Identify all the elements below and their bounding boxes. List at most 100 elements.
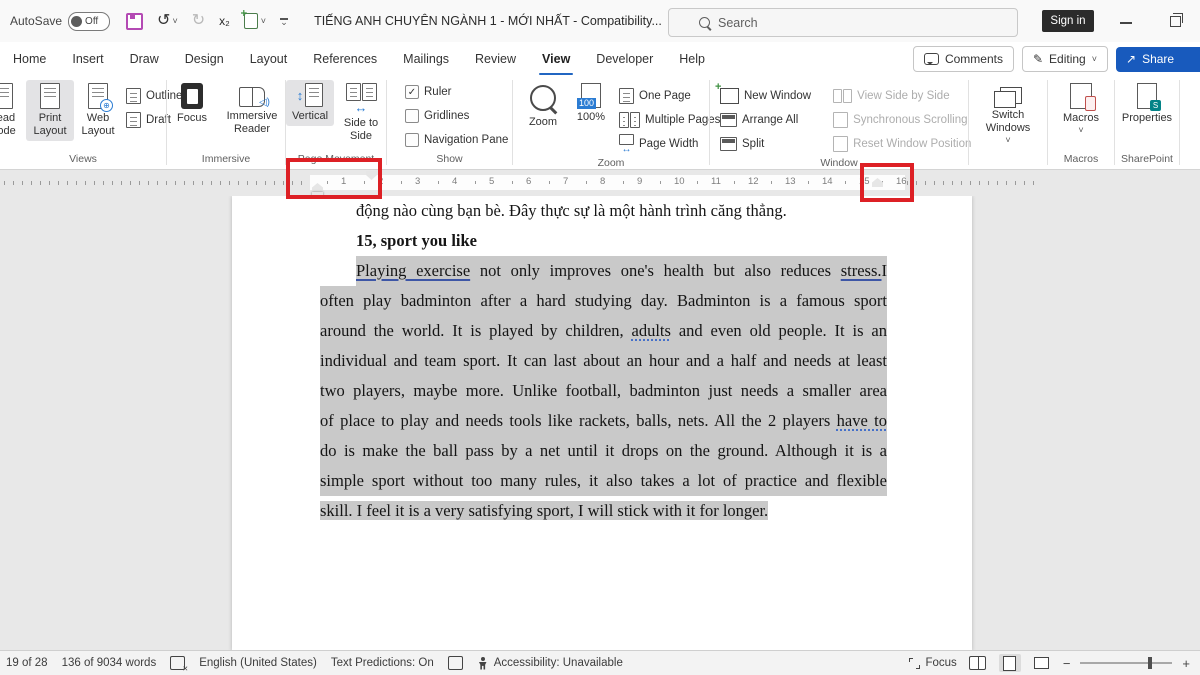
document-line-selected[interactable]: two players, maybe more. Unlike football… (320, 376, 887, 406)
document-heading[interactable]: 15, sport you like (356, 226, 887, 256)
outline-icon (126, 88, 141, 104)
tab-draw[interactable]: Draw (117, 42, 172, 76)
web-layout-icon (1034, 657, 1049, 669)
properties-icon: S (1137, 83, 1157, 109)
ruler-number: 3 (415, 176, 420, 187)
subscript-button[interactable]: x₂ (219, 14, 230, 28)
restore-window-button[interactable] (1170, 16, 1181, 27)
ruler-number: 13 (785, 176, 796, 187)
underlined-text: stress. (841, 261, 882, 280)
language-indicator[interactable]: English (United States) (199, 657, 317, 669)
web-layout-view-button[interactable] (1031, 654, 1053, 672)
minimize-button[interactable] (1120, 22, 1132, 24)
print-layout-button[interactable]: Print Layout (26, 80, 74, 141)
editing-dropdown[interactable]: ✎ Editing ˅ (1022, 46, 1108, 72)
word-count[interactable]: 136 of 9034 words (62, 657, 157, 669)
ribbon-tab-row: Home Insert Draw Design Layout Reference… (0, 42, 1200, 76)
page-indicator[interactable]: 19 of 28 (6, 657, 48, 669)
document-line[interactable]: động nào cùng bạn bè. Đây thực sự là một… (356, 196, 887, 226)
document-line-selected[interactable]: do is make the ball pass by a net until … (320, 436, 887, 466)
ruler-number: 5 (489, 176, 494, 187)
spellcheck-underlined-text: have to (837, 411, 887, 430)
tab-layout[interactable]: Layout (237, 42, 301, 76)
ruler-number: 10 (674, 176, 685, 187)
save-icon[interactable] (126, 13, 143, 30)
tab-developer[interactable]: Developer (583, 42, 666, 76)
autosave-control[interactable]: AutoSave Off (10, 12, 110, 31)
document-line-selected[interactable]: skill. I feel it is a very satisfying sp… (320, 496, 887, 526)
focus-button[interactable]: Focus (168, 80, 216, 128)
vertical-button[interactable]: ↕ Vertical (286, 80, 334, 126)
vertical-icon: ↕ (297, 83, 324, 107)
document-line-selected[interactable]: around the world. It is played by childr… (320, 316, 887, 346)
tab-design[interactable]: Design (172, 42, 237, 76)
focus-icon (909, 658, 920, 669)
macros-button[interactable]: Macros ˅ (1057, 80, 1105, 138)
undo-button[interactable]: ↺ ˅ (157, 13, 178, 29)
autosave-toggle[interactable]: Off (68, 12, 110, 31)
document-line-selected[interactable]: Playing exercise not only improves one's… (356, 256, 887, 286)
zoom-button[interactable]: Zoom (519, 80, 567, 132)
checkbox-icon (405, 109, 419, 123)
ruler-ticks (907, 181, 1037, 185)
gridlines-checkbox[interactable]: Gridlines (401, 104, 473, 128)
group-label-macros: Macros (1048, 152, 1114, 169)
split-button[interactable]: Split (716, 132, 815, 156)
text-predictions[interactable]: Text Predictions: On (331, 657, 434, 669)
arrange-all-button[interactable]: Arrange All (716, 108, 815, 132)
tab-home[interactable]: Home (0, 42, 59, 76)
undo-icon: ↺ (157, 13, 170, 29)
share-label: Share (1142, 52, 1174, 66)
tab-help[interactable]: Help (666, 42, 718, 76)
zoom-100-button[interactable]: 100 100% (567, 80, 615, 127)
switch-windows-button[interactable]: Switch Windows ˅ (976, 80, 1040, 148)
document-line-selected[interactable]: individual and team sport. It can last a… (320, 346, 887, 376)
document-line-selected[interactable]: simple sport without too many rules, it … (320, 466, 887, 496)
share-button[interactable]: ↗ Share (1116, 47, 1200, 72)
document-area[interactable]: động nào cùng bạn bè. Đây thực sự là một… (0, 196, 1200, 651)
tab-insert[interactable]: Insert (59, 42, 116, 76)
group-immersive: Focus ◁) Immersive Reader Immersive (167, 76, 285, 169)
focus-mode-button[interactable]: Focus (909, 657, 956, 669)
search-input[interactable]: Search (668, 8, 1018, 37)
web-layout-button[interactable]: ⊕ Web Layout (74, 80, 122, 141)
read-mode-view-button[interactable] (967, 654, 989, 672)
new-window-button[interactable]: New Window (716, 84, 815, 108)
tab-references[interactable]: References (300, 42, 390, 76)
redo-icon[interactable]: ↻ (192, 13, 205, 29)
read-mode-button[interactable]: Read Mode (0, 80, 26, 141)
horizontal-ruler[interactable]: 12345678910111213141516 (0, 169, 1200, 196)
document-line-selected[interactable]: of place to play and needs tools like ra… (320, 406, 887, 436)
zoom-slider-thumb[interactable] (1148, 657, 1152, 669)
chevron-down-icon: ˅ (1005, 135, 1010, 145)
ruler-checkbox[interactable]: ✓ Ruler (401, 80, 455, 104)
zoom-out-button[interactable]: − (1063, 656, 1071, 671)
properties-button[interactable]: S Properties (1119, 80, 1175, 128)
document-title-area[interactable]: TIẾNG ANH CHUYÊN NGÀNH 1 - MỚI NHẤT - Co… (314, 14, 677, 28)
group-label-window: Window (710, 156, 968, 170)
paste-options-button[interactable]: ˅ (244, 13, 266, 29)
side-to-side-button[interactable]: ↔ Side to Side (336, 80, 386, 146)
group-window: New Window Arrange All Split View Side b… (710, 76, 968, 169)
zoom-slider[interactable] (1080, 662, 1172, 664)
proofing-errors-icon[interactable] (170, 656, 185, 670)
document-page[interactable]: động nào cùng bạn bè. Đây thực sự là một… (232, 196, 972, 651)
ruler-number: 9 (637, 176, 642, 187)
print-layout-view-button[interactable] (999, 654, 1021, 672)
tab-mailings[interactable]: Mailings (390, 42, 462, 76)
new-window-icon (720, 88, 739, 104)
sign-in-button[interactable]: Sign in (1042, 10, 1094, 32)
customize-qat-button[interactable]: ⌄ (280, 18, 288, 23)
editor-icon[interactable] (448, 656, 463, 670)
navigation-pane-checkbox[interactable]: Navigation Pane (401, 128, 512, 152)
immersive-reader-button[interactable]: ◁) Immersive Reader (220, 80, 284, 139)
tab-view[interactable]: View (529, 42, 583, 76)
zoom-100-icon: 100 (581, 83, 601, 108)
pencil-icon: ✎ (1033, 52, 1043, 66)
text-column[interactable]: động nào cùng bạn bè. Đây thực sự là một… (320, 196, 887, 526)
accessibility-status[interactable]: Accessibility: Unavailable (494, 657, 623, 669)
zoom-in-button[interactable]: + (1182, 656, 1190, 671)
tab-review[interactable]: Review (462, 42, 529, 76)
comments-button[interactable]: Comments (913, 46, 1014, 72)
document-line-selected[interactable]: often play badminton after a hard studyi… (320, 286, 887, 316)
